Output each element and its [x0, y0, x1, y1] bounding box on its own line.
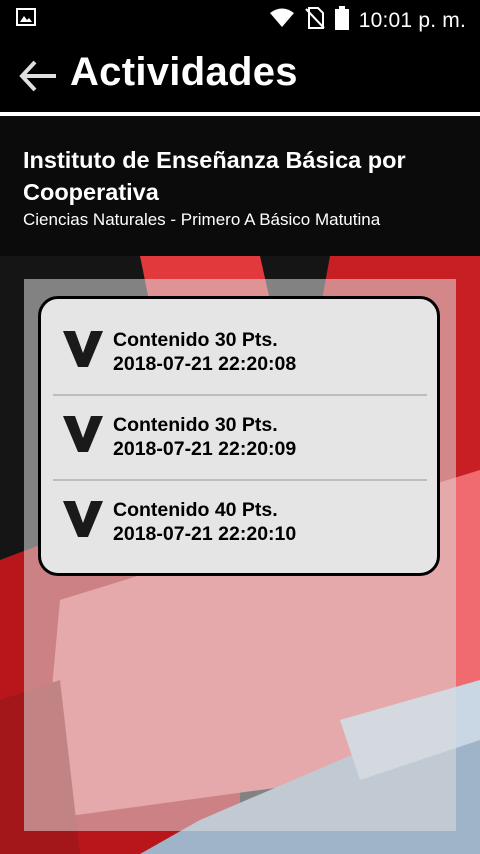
image-icon: [16, 8, 36, 31]
activity-title: Contenido 30 Pts.: [113, 414, 278, 436]
arrow-left-icon[interactable]: [18, 56, 58, 96]
chevron-down-icon: [61, 414, 105, 454]
activity-timestamp: 2018-07-21 22:20:09: [113, 438, 297, 460]
page-title: Actividades: [70, 50, 298, 94]
activities-list: Contenido 30 Pts. 2018-07-21 22:20:08 Co…: [38, 296, 440, 576]
chevron-down-icon: [61, 329, 105, 369]
activity-item[interactable]: Contenido 30 Pts. 2018-07-21 22:20:09: [41, 384, 437, 468]
activity-timestamp: 2018-07-21 22:20:10: [113, 523, 297, 545]
battery-icon: [334, 6, 349, 35]
activity-title: Contenido 30 Pts.: [113, 329, 278, 351]
no-sim-icon: [305, 7, 325, 34]
institution-name: Instituto de Enseñanza Básica por Cooper…: [23, 147, 406, 205]
activity-item[interactable]: Contenido 40 Pts. 2018-07-21 22:20:10: [41, 469, 437, 553]
status-time: 10:01 p. m.: [358, 8, 466, 32]
chevron-down-icon: [61, 499, 105, 539]
activity-item[interactable]: Contenido 30 Pts. 2018-07-21 22:20:08: [41, 299, 437, 383]
status-bar: 10:01 p. m.: [0, 0, 480, 36]
wifi-icon: [269, 8, 295, 33]
app-bar: Actividades: [0, 36, 480, 114]
activity-title: Contenido 40 Pts.: [113, 499, 278, 521]
course-header: Instituto de Enseñanza Básica por Cooper…: [0, 116, 480, 256]
course-subtitle: Ciencias Naturales - Primero A Básico Ma…: [23, 210, 381, 229]
activity-timestamp: 2018-07-21 22:20:08: [113, 353, 297, 375]
